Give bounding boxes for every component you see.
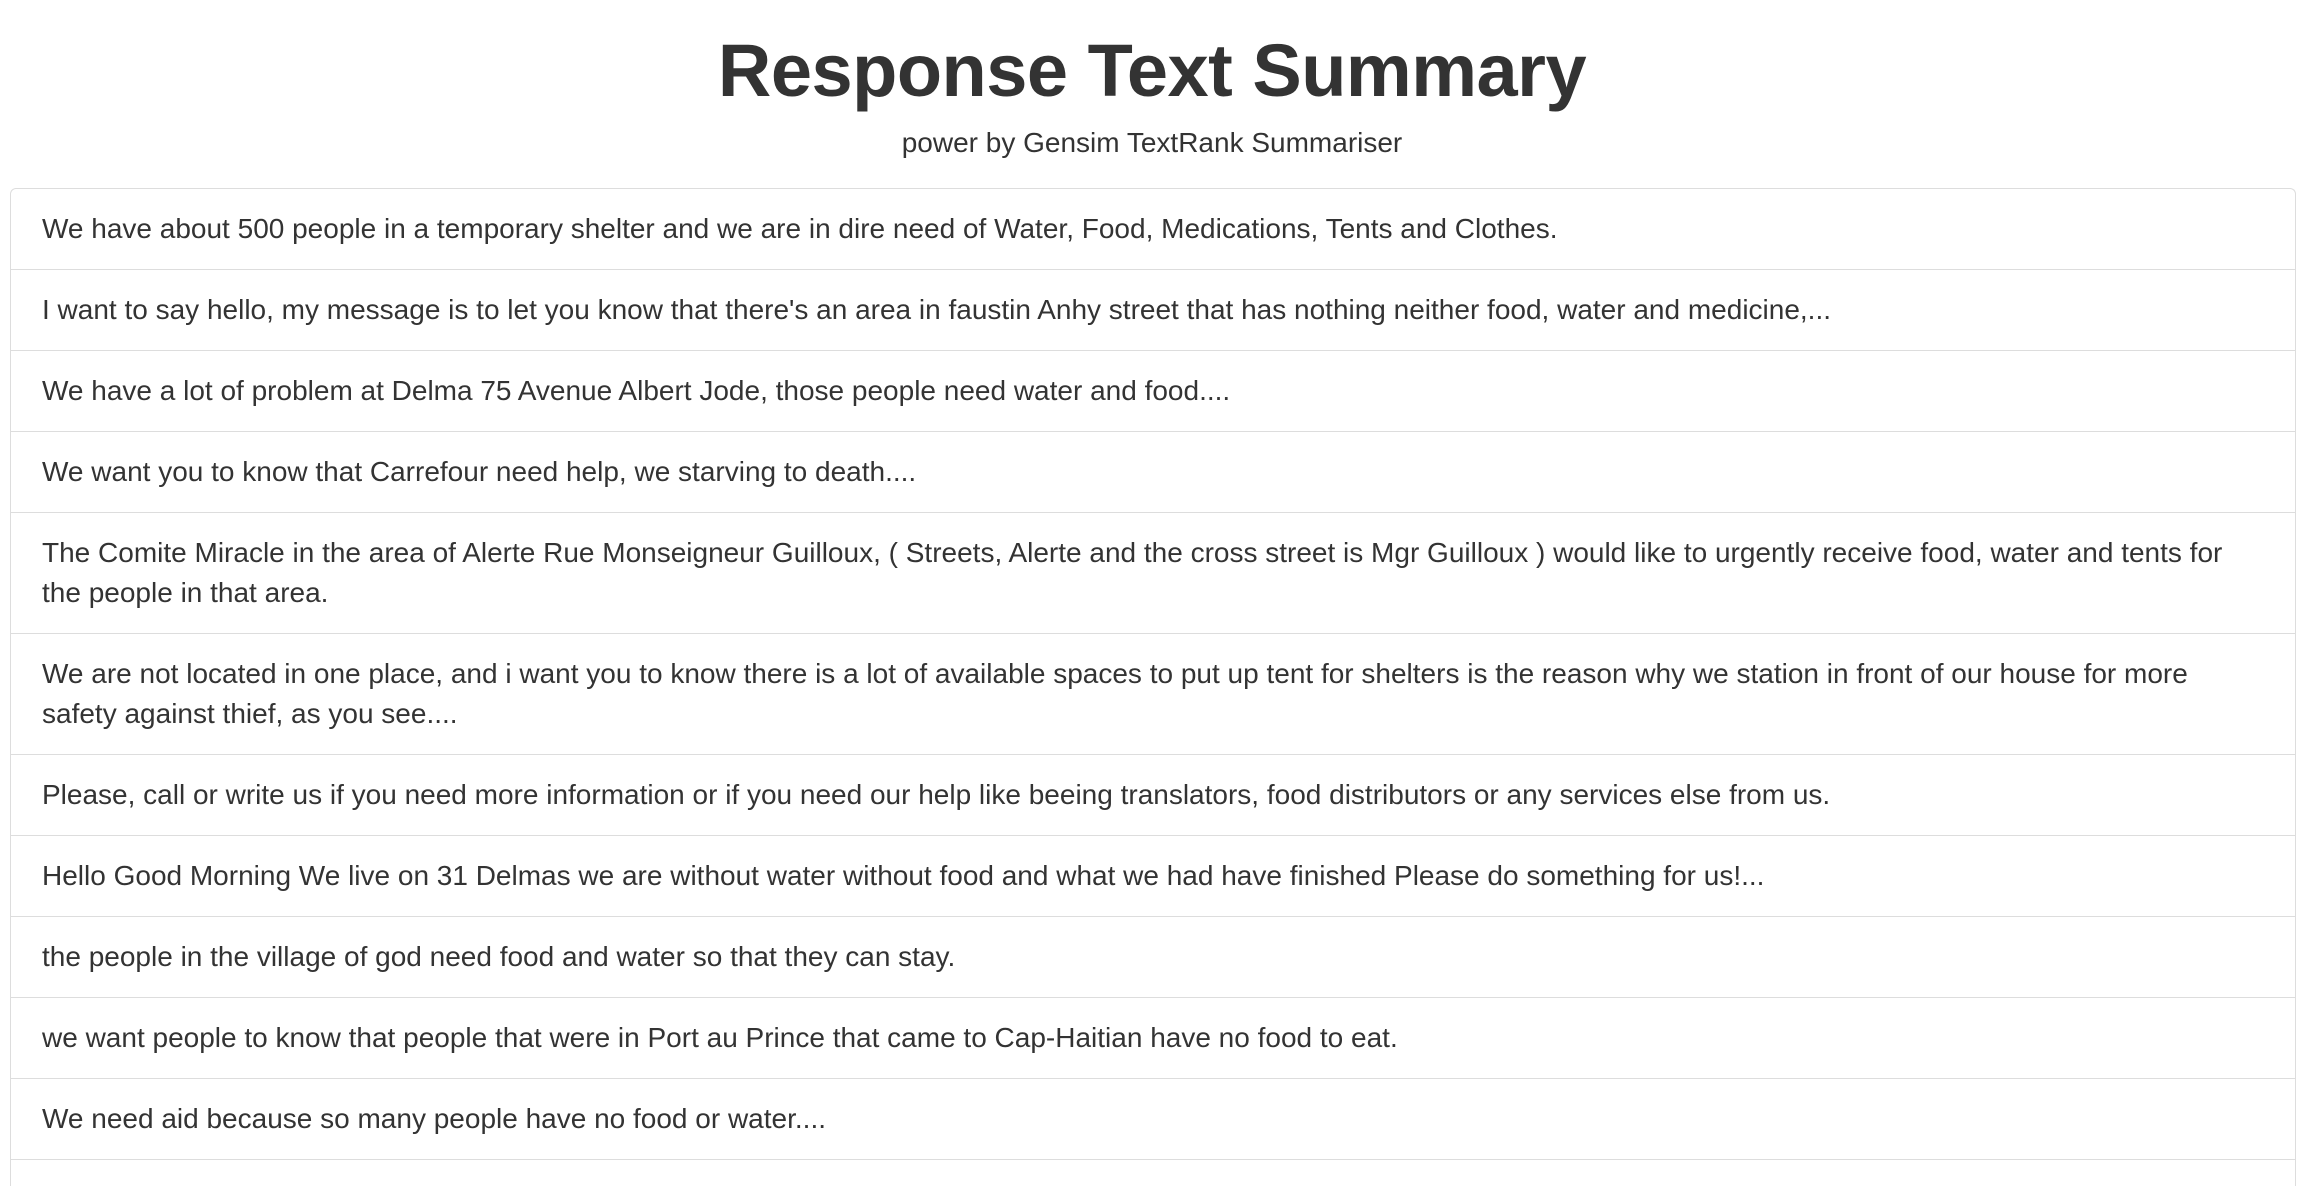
list-item: the people in the village of god need fo… xyxy=(11,917,2295,998)
list-item: We want you to know that Carrefour need … xyxy=(11,432,2295,513)
list-item: We need aid because so many people have … xyxy=(11,1079,2295,1160)
list-item: We have a lot of problem at Delma 75 Ave… xyxy=(11,351,2295,432)
list-item: The Comite Miracle in the area of Alerte… xyxy=(11,513,2295,634)
list-item: I want to say hello, my message is to le… xyxy=(11,270,2295,351)
list-item: we want people to know that people that … xyxy=(11,998,2295,1079)
list-item: Hello Good Morning We live on 31 Delmas … xyxy=(11,836,2295,917)
list-item: We have about 500 people in a temporary … xyxy=(11,189,2295,270)
page-title: Response Text Summary xyxy=(717,29,1587,112)
list-item xyxy=(11,1160,2295,1186)
page: Response Text Summary power by Gensim Te… xyxy=(0,0,2304,1186)
list-item: We are not located in one place, and i w… xyxy=(11,634,2295,755)
page-subtitle: power by Gensim TextRank Summariser xyxy=(901,127,1403,158)
summary-list: We have about 500 people in a temporary … xyxy=(10,188,2296,1186)
list-item: Please, call or write us if you need mor… xyxy=(11,755,2295,836)
